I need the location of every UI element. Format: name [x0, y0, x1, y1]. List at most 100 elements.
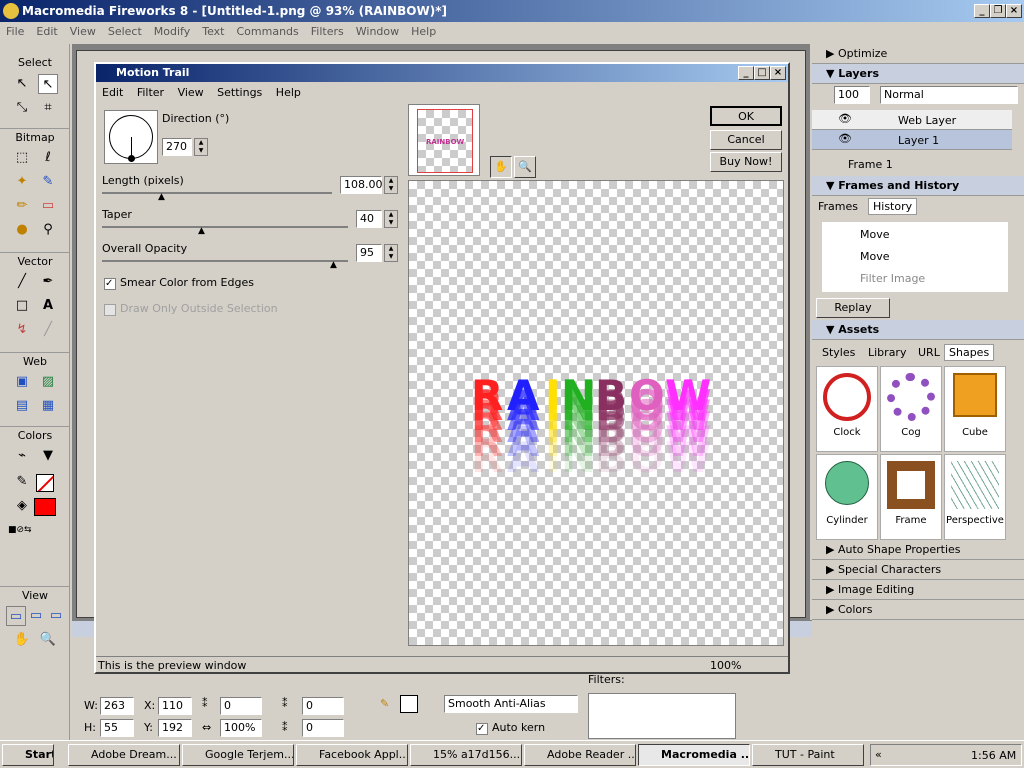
auto-shape-properties-header[interactable]: ▶ Auto Shape Properties [812, 540, 1024, 560]
auto-kern-checkbox[interactable]: ✓ [476, 723, 488, 735]
opacity-slider-track[interactable] [102, 260, 348, 262]
eye-icon[interactable]: 👁 [838, 112, 852, 125]
menu-edit[interactable]: Edit [30, 22, 63, 42]
space-after-field[interactable]: 0 [302, 719, 344, 737]
line-tool-icon[interactable]: ╱ [12, 272, 32, 292]
stroke-color-swatch[interactable] [36, 474, 54, 492]
indent-field[interactable]: 0 [302, 697, 344, 715]
shape-perspective[interactable]: Perspective [944, 454, 1006, 540]
length-slider-thumb[interactable]: ▲ [158, 192, 165, 202]
direction-dial[interactable] [104, 110, 158, 164]
menu-window[interactable]: Window [350, 22, 405, 42]
start-button[interactable]: Start [2, 744, 54, 766]
lasso-tool-icon[interactable]: ℓ [38, 148, 58, 168]
dialog-menu-help[interactable]: Help [276, 86, 301, 99]
freeform-tool-icon[interactable]: ↯ [12, 320, 32, 340]
magic-wand-icon[interactable]: ✦ [12, 172, 32, 192]
dialog-menu-edit[interactable]: Edit [102, 86, 123, 99]
colors-panel-header[interactable]: ▶ Colors [812, 600, 1024, 620]
layer-row-layer1[interactable]: 👁 Layer 1 [812, 130, 1012, 150]
tab-shapes[interactable]: Shapes [944, 344, 995, 361]
shape-frame[interactable]: Frame [880, 454, 942, 540]
dialog-close-button[interactable]: × [770, 66, 786, 80]
slice-tool-icon[interactable]: ▨ [38, 372, 58, 392]
layer-row-web[interactable]: 👁 Web Layer [812, 110, 1012, 130]
stroke-color-icon[interactable]: ✎ [12, 472, 32, 492]
dialog-menu-filter[interactable]: Filter [137, 86, 164, 99]
swap-colors-icon[interactable]: ■⊘⇆ [8, 520, 32, 540]
knife-tool-icon[interactable]: ╱ [38, 320, 58, 340]
tab-styles[interactable]: Styles [822, 346, 855, 359]
opacity-field[interactable]: 95 [356, 244, 382, 262]
eyedropper-icon[interactable]: ⌁ [12, 446, 32, 466]
paint-bucket-icon[interactable]: ▼ [38, 446, 58, 466]
fill-color-swatch[interactable] [34, 498, 56, 516]
stroke-swatch[interactable] [400, 695, 418, 713]
standard-screen-icon[interactable]: ▭ [6, 606, 26, 626]
hand-tool-button[interactable]: ✋ [490, 156, 512, 178]
assets-header[interactable]: ▼ Assets [812, 320, 1024, 340]
pointer-tool-icon[interactable]: ↖ [12, 74, 32, 94]
task-facebook[interactable]: Facebook Appl... [296, 744, 408, 766]
menu-commands[interactable]: Commands [230, 22, 304, 42]
smear-checkbox[interactable]: ✓ [104, 278, 116, 290]
frames-history-header[interactable]: ▼ Frames and History [812, 176, 1024, 196]
taper-spinner[interactable]: ▲ ▼ [384, 210, 398, 228]
kerning-field[interactable]: 0 [220, 697, 262, 715]
menu-file[interactable]: File [0, 22, 30, 42]
close-button[interactable]: × [1006, 4, 1022, 18]
y-field[interactable]: 192 [158, 719, 192, 737]
task-paint[interactable]: TUT - Paint [752, 744, 864, 766]
menu-text[interactable]: Text [196, 22, 230, 42]
dialog-menu-settings[interactable]: Settings [217, 86, 262, 99]
cancel-button[interactable]: Cancel [710, 130, 782, 150]
rubber-stamp-icon[interactable]: ⚲ [38, 220, 58, 240]
show-slices-icon[interactable]: ▦ [38, 396, 58, 416]
menu-help[interactable]: Help [405, 22, 442, 42]
menu-select[interactable]: Select [102, 22, 148, 42]
blur-tool-icon[interactable]: ● [12, 220, 32, 240]
scale-field[interactable]: 100% [220, 719, 262, 737]
opacity-slider-thumb[interactable]: ▲ [330, 260, 337, 270]
hand-tool-icon[interactable]: ✋ [12, 630, 32, 650]
hotspot-tool-icon[interactable]: ▣ [12, 372, 32, 392]
image-editing-header[interactable]: ▶ Image Editing [812, 580, 1024, 600]
menu-filters[interactable]: Filters [305, 22, 350, 42]
zoom-tool-button[interactable]: 🔍 [514, 156, 536, 178]
taper-slider-thumb[interactable]: ▲ [198, 226, 205, 236]
full-screen-icon[interactable]: ▭ [46, 606, 66, 626]
eraser-tool-icon[interactable]: ▭ [38, 196, 58, 216]
layers-panel-header[interactable]: ▼ Layers [812, 64, 1024, 84]
history-item[interactable]: Filter Image [860, 272, 925, 285]
pen-tool-icon[interactable]: ✒ [38, 272, 58, 292]
width-field[interactable]: 263 [100, 697, 134, 715]
length-slider-track[interactable] [102, 192, 332, 194]
taper-field[interactable]: 40 [356, 210, 382, 228]
blend-mode-select[interactable]: Normal [880, 86, 1018, 104]
task-macromedia[interactable]: Macromedia ... [638, 744, 750, 766]
special-characters-header[interactable]: ▶ Special Characters [812, 560, 1024, 580]
preview-window[interactable]: R A I N B O W [408, 180, 784, 646]
scale-tool-icon[interactable]: ⤡ [12, 98, 32, 118]
fill-color-icon[interactable]: ◈ [12, 496, 32, 516]
draw-only-checkbox[interactable] [104, 304, 116, 316]
tab-library[interactable]: Library [868, 346, 906, 359]
menu-view[interactable]: View [64, 22, 102, 42]
hide-slices-icon[interactable]: ▤ [12, 396, 32, 416]
history-item[interactable]: Move [860, 228, 890, 241]
height-field[interactable]: 55 [100, 719, 134, 737]
pencil-tool-icon[interactable]: ✏ [12, 196, 32, 216]
tray-expand-icon[interactable]: « [875, 748, 882, 761]
dialog-menu-view[interactable]: View [178, 86, 204, 99]
direction-spinner[interactable]: ▲ ▼ [194, 138, 208, 156]
preview-thumbnail[interactable]: RAINBOW [408, 104, 480, 176]
taper-slider-track[interactable] [102, 226, 348, 228]
restore-button[interactable]: ❐ [990, 4, 1006, 18]
length-field[interactable]: 108.00 [340, 176, 383, 194]
zoom-tool-icon[interactable]: 🔍 [38, 630, 58, 650]
optimize-panel-header[interactable]: ▶ Optimize [812, 44, 1024, 64]
tab-frames[interactable]: Frames [818, 200, 858, 213]
x-field[interactable]: 110 [158, 697, 192, 715]
shape-cog[interactable]: Cog [880, 366, 942, 452]
layer-opacity-field[interactable]: 100 [834, 86, 870, 104]
